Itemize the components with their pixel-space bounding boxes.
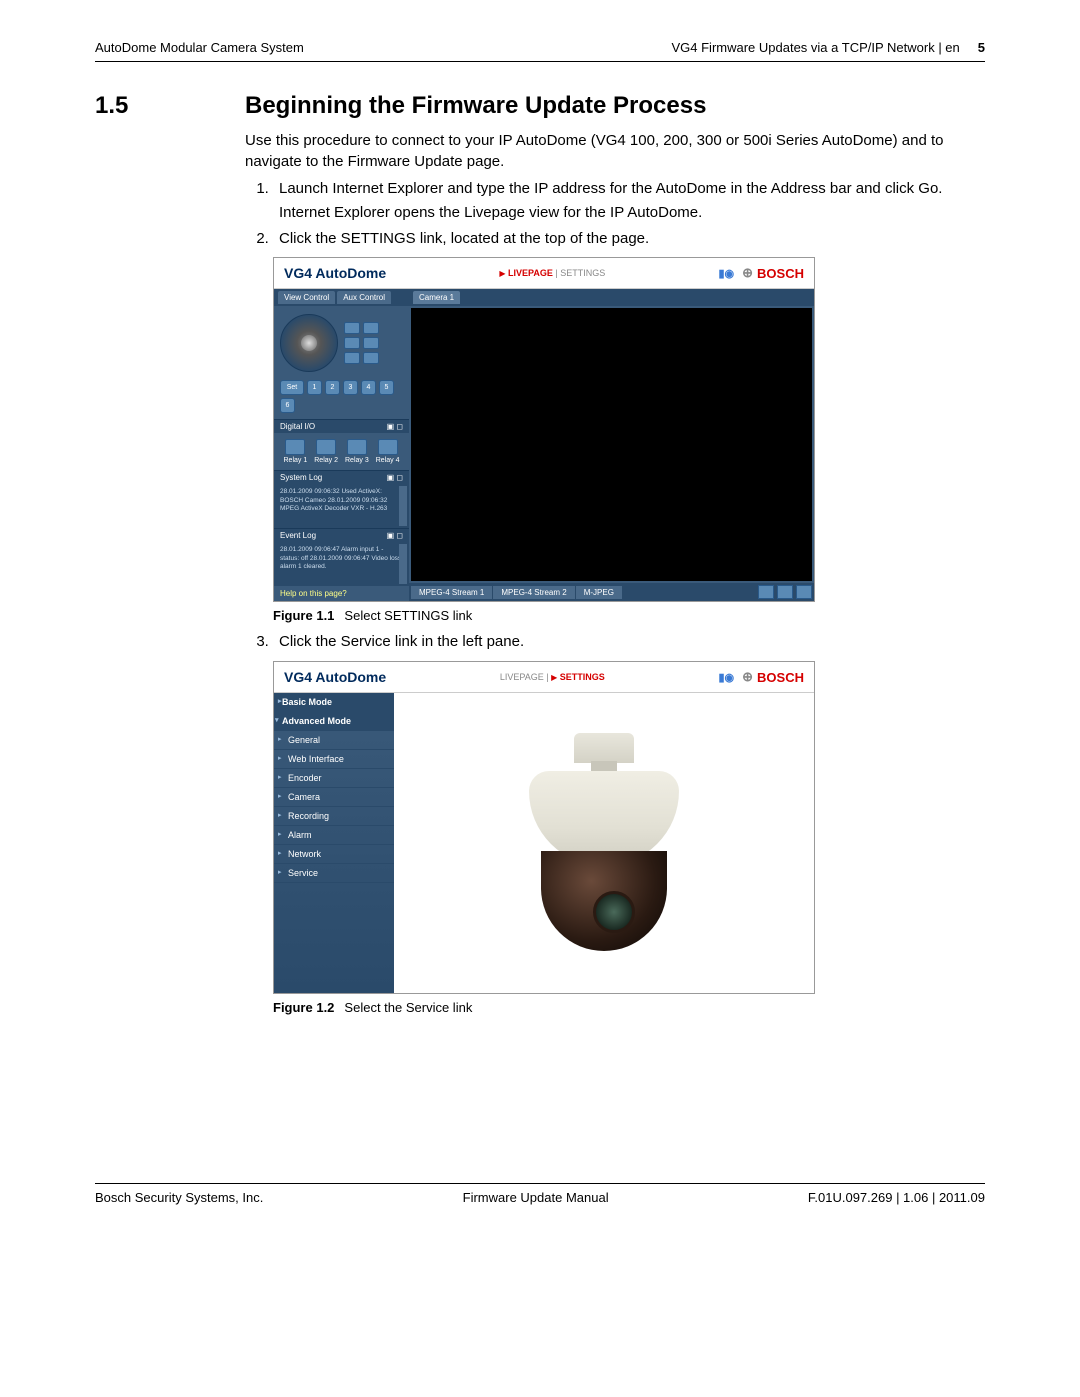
camera-image <box>519 733 689 953</box>
event-log-box: 28.01.2009 09:06:47 Alarm input 1 - stat… <box>274 542 409 586</box>
settings-link[interactable]: SETTINGS <box>560 268 605 278</box>
page-footer: Bosch Security Systems, Inc. Firmware Up… <box>95 1183 985 1205</box>
system-log-box: 28.01.2009 09:06:32 Used ActiveX: BOSCH … <box>274 484 409 528</box>
view-control-tab[interactable]: View Control <box>278 291 335 304</box>
help-link[interactable]: Help on this page? <box>274 586 409 601</box>
mpeg4-stream2-tab[interactable]: MPEG-4 Stream 2 <box>493 586 574 599</box>
globe-icon: ⊕ <box>742 265 753 281</box>
focus-far-button[interactable] <box>363 337 379 349</box>
preset-2[interactable]: 2 <box>325 380 340 395</box>
relay-3-button[interactable] <box>347 439 367 455</box>
fig2-topbar: VG4 AutoDome LIVEPAGE | ▶ SETTINGS ▮◉ ⊕ … <box>274 662 814 693</box>
info-icon[interactable]: ▮◉ <box>718 267 734 280</box>
nav-camera[interactable]: Camera <box>274 788 394 807</box>
relay-1-button[interactable] <box>285 439 305 455</box>
bosch-logo: ▮◉ ⊕ BOSCH <box>718 669 804 685</box>
snapshot-icon[interactable] <box>758 585 774 599</box>
section-number: 1.5 <box>95 92 225 1023</box>
system-log-header: System Log▣ ◻ <box>274 470 409 484</box>
step-1-result: Internet Explorer opens the Livepage vie… <box>279 202 985 224</box>
livepage-link[interactable]: LIVEPAGE <box>500 672 544 682</box>
preset-3[interactable]: 3 <box>343 380 358 395</box>
fig1-topbar: VG4 AutoDome ▶ LIVEPAGE | SETTINGS ▮◉ ⊕ … <box>274 258 814 289</box>
fullscreen-icon[interactable] <box>796 585 812 599</box>
step-2: Click the SETTINGS link, located at the … <box>273 228 985 250</box>
bosch-logo: ▮◉ ⊕ BOSCH <box>718 265 804 281</box>
footer-right: F.01U.097.269 | 1.06 | 2011.09 <box>808 1190 985 1205</box>
intro-text: Use this procedure to connect to your IP… <box>245 130 985 172</box>
figure-1-caption: Figure 1.1Select SETTINGS link <box>273 608 985 623</box>
nav-alarm[interactable]: Alarm <box>274 826 394 845</box>
footer-center: Firmware Update Manual <box>463 1190 609 1205</box>
step-1: Launch Internet Explorer and type the IP… <box>273 178 985 224</box>
nav-service[interactable]: Service <box>274 864 394 883</box>
settings-link[interactable]: SETTINGS <box>560 672 605 682</box>
iris-close-button[interactable] <box>363 352 379 364</box>
record-icon[interactable] <box>777 585 793 599</box>
nav-encoder[interactable]: Encoder <box>274 769 394 788</box>
steps-list: Launch Internet Explorer and type the IP… <box>245 178 985 249</box>
page-header: AutoDome Modular Camera System VG4 Firmw… <box>95 40 985 62</box>
relay-4-button[interactable] <box>378 439 398 455</box>
set-button[interactable]: Set <box>280 380 304 395</box>
preset-1[interactable]: 1 <box>307 380 322 395</box>
nav-general[interactable]: General <box>274 731 394 750</box>
settings-nav-tree: Basic Mode Advanced Mode General Web Int… <box>274 693 394 993</box>
fig2-nav-links: LIVEPAGE | ▶ SETTINGS <box>386 672 718 682</box>
steps-list-cont: Click the Service link in the left pane. <box>245 631 985 653</box>
step-3: Click the Service link in the left pane. <box>273 631 985 653</box>
fig2-brand: VG4 AutoDome <box>284 669 386 685</box>
focus-near-button[interactable] <box>344 337 360 349</box>
zoom-in-button[interactable] <box>344 322 360 334</box>
fig1-nav-links: ▶ LIVEPAGE | SETTINGS <box>386 268 718 278</box>
figure-2: VG4 AutoDome LIVEPAGE | ▶ SETTINGS ▮◉ ⊕ … <box>273 661 985 994</box>
fig1-left-panel: View Control Aux Control <box>274 289 409 601</box>
figure-1: VG4 AutoDome ▶ LIVEPAGE | SETTINGS ▮◉ ⊕ … <box>273 257 985 602</box>
section-title: Beginning the Firmware Update Process <box>245 92 985 120</box>
nav-web-interface[interactable]: Web Interface <box>274 750 394 769</box>
page-number: 5 <box>978 40 985 55</box>
settings-content-area <box>394 693 814 993</box>
aux-control-tab[interactable]: Aux Control <box>337 291 391 304</box>
header-right-title: VG4 Firmware Updates via a TCP/IP Networ… <box>671 40 959 55</box>
zoom-out-button[interactable] <box>363 322 379 334</box>
digital-io-header: Digital I/O▣ ◻ <box>274 419 409 433</box>
video-area <box>411 308 812 581</box>
nav-advanced-mode[interactable]: Advanced Mode <box>274 712 394 731</box>
globe-icon: ⊕ <box>742 669 753 685</box>
header-left: AutoDome Modular Camera System <box>95 40 304 55</box>
event-log-header: Event Log▣ ◻ <box>274 528 409 542</box>
fig1-brand: VG4 AutoDome <box>284 265 386 281</box>
relay-2-button[interactable] <box>316 439 336 455</box>
nav-basic-mode[interactable]: Basic Mode <box>274 693 394 712</box>
nav-recording[interactable]: Recording <box>274 807 394 826</box>
camera-1-tab[interactable]: Camera 1 <box>413 291 460 304</box>
ptz-joystick[interactable] <box>280 314 338 372</box>
preset-6[interactable]: 6 <box>280 398 295 413</box>
info-icon[interactable]: ▮◉ <box>718 671 734 684</box>
scrollbar[interactable] <box>399 544 407 584</box>
footer-left: Bosch Security Systems, Inc. <box>95 1190 263 1205</box>
figure-2-caption: Figure 1.2Select the Service link <box>273 1000 985 1015</box>
mjpeg-tab[interactable]: M-JPEG <box>576 586 622 599</box>
mpeg4-stream1-tab[interactable]: MPEG-4 Stream 1 <box>411 586 492 599</box>
livepage-link[interactable]: LIVEPAGE <box>508 268 553 278</box>
scrollbar[interactable] <box>399 486 407 526</box>
nav-network[interactable]: Network <box>274 845 394 864</box>
preset-5[interactable]: 5 <box>379 380 394 395</box>
preset-4[interactable]: 4 <box>361 380 376 395</box>
iris-open-button[interactable] <box>344 352 360 364</box>
